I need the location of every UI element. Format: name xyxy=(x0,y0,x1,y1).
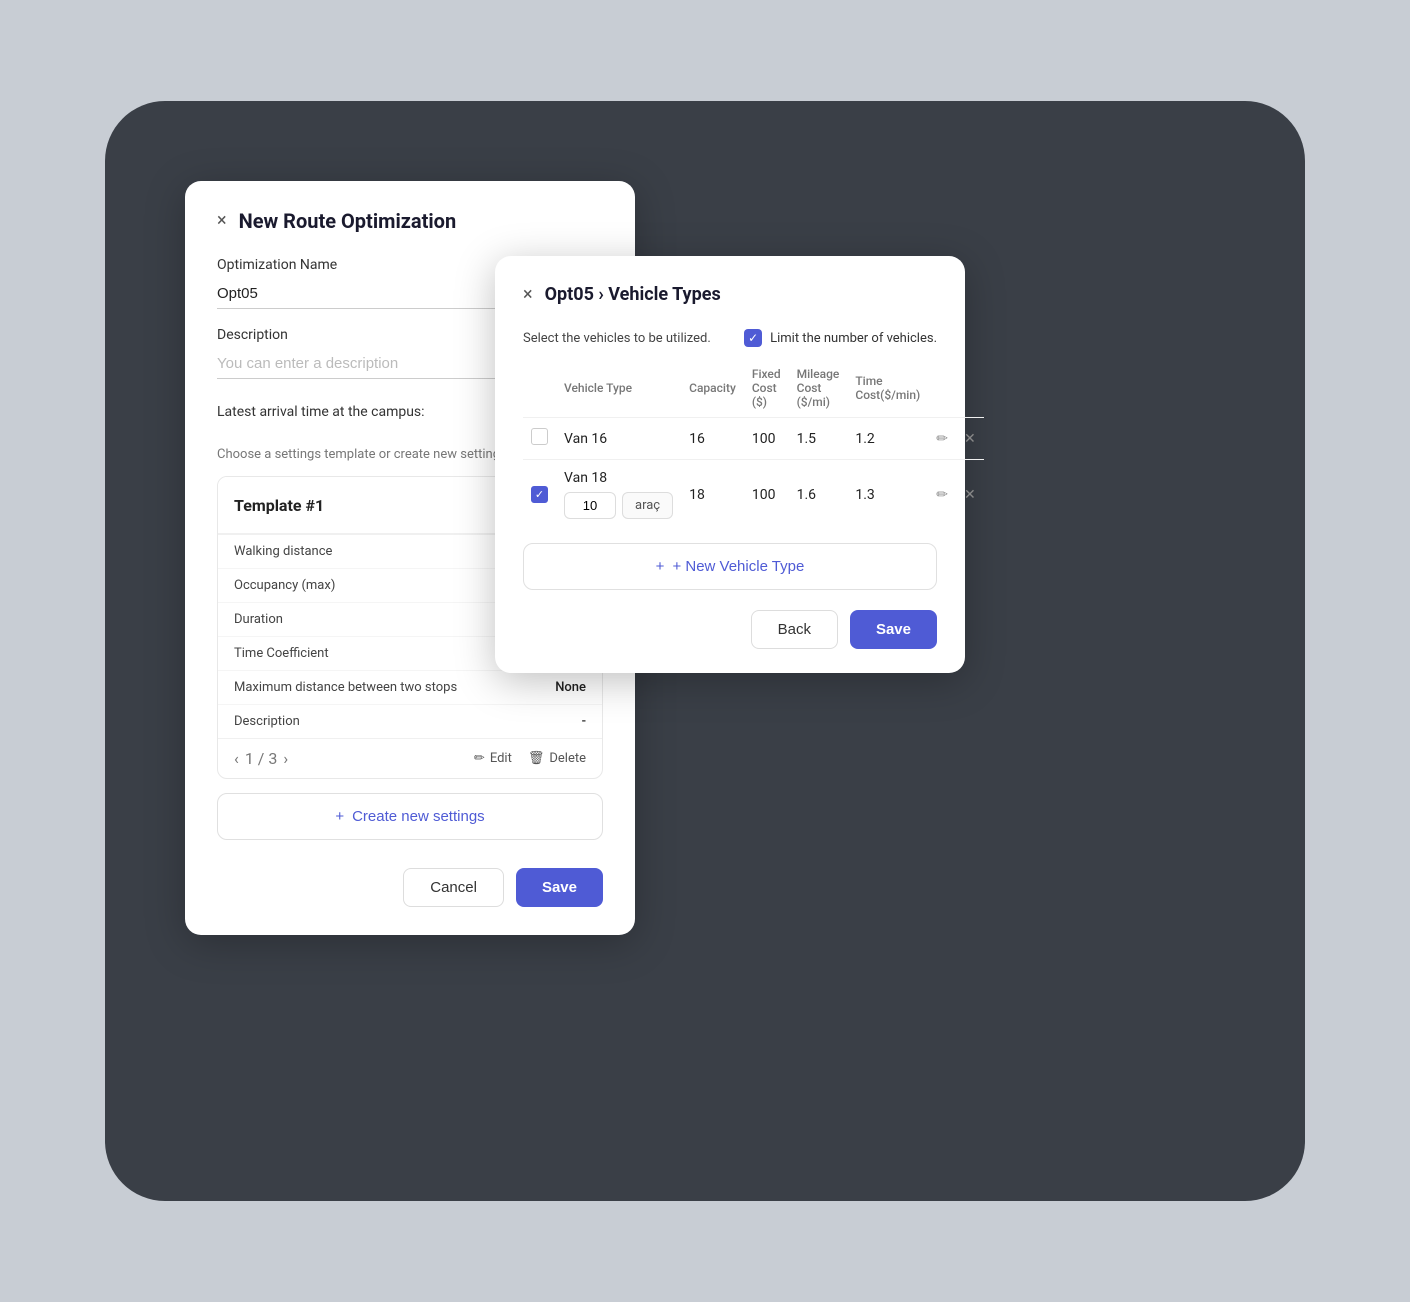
arrival-time-label: Latest arrival time at the campus: xyxy=(217,404,425,420)
th-mileage-cost: Mileage Cost ($/mi) xyxy=(789,363,848,418)
table-row: ✓ Van 18 araç 18 100 1.6 1.3 ✏ ✕ xyxy=(523,460,984,530)
create-settings-label: Create new settings xyxy=(352,808,485,825)
vehicle-subtitle-row: Select the vehicles to be utilized. ✓ Li… xyxy=(523,329,937,347)
template-row-label-6: Description xyxy=(234,714,300,729)
modal2-footer: Back Save xyxy=(523,610,937,649)
modal1-save-button[interactable]: Save xyxy=(516,868,603,907)
template-pagination: ‹ 1 / 3 › xyxy=(234,749,288,768)
th-select xyxy=(523,363,556,418)
van18-delete-icon[interactable]: ✕ xyxy=(964,487,976,503)
modal1-title: New Route Optimization xyxy=(239,209,457,233)
template-row-label-5: Maximum distance between two stops xyxy=(234,680,457,695)
template-row-value-6: - xyxy=(582,714,586,729)
edit-icon: ✏ xyxy=(474,751,485,766)
row2-fixed-cost: 100 xyxy=(744,460,789,530)
delete-template-button[interactable]: 🗑 Delete xyxy=(528,751,586,766)
modal1-close-icon[interactable]: × xyxy=(217,212,227,230)
page-indicator: 1 / 3 xyxy=(245,749,278,768)
background-panel: × New Route Optimization Optimization Na… xyxy=(105,101,1305,1201)
create-settings-button[interactable]: + Create new settings xyxy=(217,793,603,840)
template-actions: ✏ Edit 🗑 Delete xyxy=(474,751,586,766)
row2-time-cost: 1.3 xyxy=(847,460,928,530)
van16-edit-icon[interactable]: ✏ xyxy=(936,431,948,447)
template-row-label-1: Walking distance xyxy=(234,544,332,559)
delete-icon: 🗑 xyxy=(528,751,545,766)
araç-count-input[interactable] xyxy=(564,492,616,519)
th-vehicle-type: Vehicle Type xyxy=(556,363,681,418)
th-time-cost: Time Cost($/min) xyxy=(847,363,928,418)
row1-capacity: 16 xyxy=(681,418,744,460)
table-row: Van 16 16 100 1.5 1.2 ✏ ✕ xyxy=(523,418,984,460)
araç-label: araç xyxy=(622,492,673,519)
modal1-footer: Cancel Save xyxy=(217,864,603,907)
modal2-header: × Opt05 › Vehicle Types xyxy=(523,284,937,305)
limit-vehicles-label: Limit the number of vehicles. xyxy=(770,331,937,346)
template-title: Template #1 xyxy=(234,496,324,515)
edit-template-button[interactable]: ✏ Edit xyxy=(474,751,512,766)
template-row-value-5: None xyxy=(555,680,586,695)
row1-checkbox-cell[interactable] xyxy=(523,418,556,460)
vehicle-subtitle-text: Select the vehicles to be utilized. xyxy=(523,331,711,346)
row1-mileage-cost: 1.5 xyxy=(789,418,848,460)
row1-fixed-cost: 100 xyxy=(744,418,789,460)
row1-time-cost: 1.2 xyxy=(847,418,928,460)
limit-vehicles-check[interactable]: ✓ Limit the number of vehicles. xyxy=(744,329,937,347)
next-page-icon[interactable]: › xyxy=(283,749,288,768)
modal1-cancel-button[interactable]: Cancel xyxy=(403,868,504,907)
template-row-5: Maximum distance between two stops None xyxy=(218,670,602,704)
template-row-label-4: Time Coefficient xyxy=(234,646,329,661)
template-nav: ‹ 1 / 3 › ✏ Edit 🗑 Delete xyxy=(218,738,602,778)
van18-checkbox[interactable]: ✓ xyxy=(531,486,548,503)
modal2-title: Opt05 › Vehicle Types xyxy=(545,284,721,305)
edit-label: Edit xyxy=(490,751,512,766)
row2-mileage-cost: 1.6 xyxy=(789,460,848,530)
row1-name: Van 16 xyxy=(556,418,681,460)
van18-edit-icon[interactable]: ✏ xyxy=(936,487,948,503)
row1-delete-icon[interactable]: ✕ xyxy=(956,418,984,460)
limit-vehicles-checkbox[interactable]: ✓ xyxy=(744,329,762,347)
modal-vehicle-types: × Opt05 › Vehicle Types Select the vehic… xyxy=(495,256,965,673)
row2-name: Van 18 araç xyxy=(556,460,681,530)
delete-label: Delete xyxy=(549,751,586,766)
prev-page-icon[interactable]: ‹ xyxy=(234,749,239,768)
row2-checkbox-cell[interactable]: ✓ xyxy=(523,460,556,530)
row1-edit-icon[interactable]: ✏ xyxy=(928,418,956,460)
vehicle-table-header: Vehicle Type Capacity Fixed Cost ($) Mil… xyxy=(523,363,984,418)
new-vehicle-type-button[interactable]: + + New Vehicle Type xyxy=(523,543,937,590)
row2-capacity: 18 xyxy=(681,460,744,530)
th-actions xyxy=(928,363,983,418)
modal2-save-button[interactable]: Save xyxy=(850,610,937,649)
row2-delete-icon[interactable]: ✕ xyxy=(956,460,984,530)
modal2-back-button[interactable]: Back xyxy=(751,610,838,649)
van16-delete-icon[interactable]: ✕ xyxy=(964,431,976,447)
row2-edit-icon[interactable]: ✏ xyxy=(928,460,956,530)
create-settings-plus-icon: + xyxy=(335,808,344,825)
th-fixed-cost: Fixed Cost ($) xyxy=(744,363,789,418)
th-capacity: Capacity xyxy=(681,363,744,418)
van16-checkbox[interactable] xyxy=(531,428,548,445)
new-vehicle-plus-icon: + xyxy=(656,558,665,575)
template-row-label-3: Duration xyxy=(234,612,283,627)
new-vehicle-label: + New Vehicle Type xyxy=(672,558,804,575)
modal1-header: × New Route Optimization xyxy=(217,209,603,233)
modal2-close-icon[interactable]: × xyxy=(523,286,533,304)
template-row-6: Description - xyxy=(218,704,602,738)
template-row-label-2: Occupancy (max) xyxy=(234,578,335,593)
araç-inputs: araç xyxy=(564,492,673,519)
vehicle-table: Vehicle Type Capacity Fixed Cost ($) Mil… xyxy=(523,363,984,529)
